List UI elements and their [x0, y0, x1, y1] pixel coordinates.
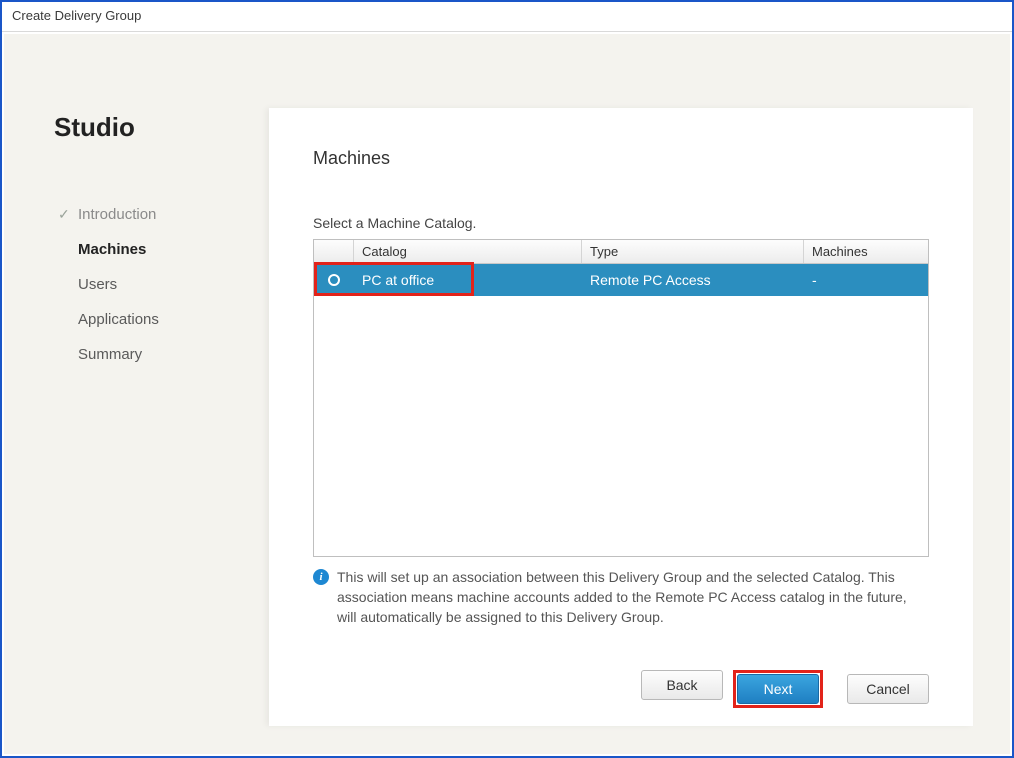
- row-radio[interactable]: [314, 274, 354, 286]
- cancel-button[interactable]: Cancel: [847, 674, 929, 704]
- step-users[interactable]: Users: [54, 267, 269, 302]
- panel-title: Machines: [313, 148, 929, 169]
- wizard-body: Studio Introduction Machines Users Appli…: [4, 34, 1010, 754]
- radio-icon: [328, 274, 340, 286]
- info-row: i This will set up an association betwee…: [313, 567, 929, 627]
- brand-label: Studio: [54, 112, 269, 143]
- catalog-row[interactable]: PC at office Remote PC Access -: [314, 264, 928, 296]
- step-list: Introduction Machines Users Applications…: [54, 197, 269, 372]
- row-type: Remote PC Access: [582, 272, 804, 288]
- col-type[interactable]: Type: [582, 240, 804, 263]
- col-catalog[interactable]: Catalog: [354, 240, 582, 263]
- col-machines[interactable]: Machines: [804, 240, 928, 263]
- row-catalog-name: PC at office: [354, 272, 582, 288]
- step-machines[interactable]: Machines: [54, 232, 269, 267]
- next-wrap: Next: [733, 670, 823, 708]
- panel-inner: Machines Select a Machine Catalog. Catal…: [269, 108, 973, 726]
- nav-button-pair: Back Next: [641, 670, 823, 708]
- panel-subtitle: Select a Machine Catalog.: [313, 215, 929, 231]
- wizard-window: Create Delivery Group Studio Introductio…: [0, 0, 1014, 758]
- col-radio: [314, 240, 354, 263]
- row-machines: -: [804, 272, 928, 288]
- back-button[interactable]: Back: [641, 670, 723, 700]
- sidebar: Studio Introduction Machines Users Appli…: [4, 34, 269, 754]
- grid-header: Catalog Type Machines: [314, 240, 928, 264]
- window-title: Create Delivery Group: [2, 2, 1012, 32]
- info-text: This will set up an association between …: [337, 567, 929, 627]
- main-panel: Machines Select a Machine Catalog. Catal…: [269, 108, 973, 726]
- step-applications[interactable]: Applications: [54, 302, 269, 337]
- info-icon: i: [313, 569, 329, 585]
- button-bar: Back Next Cancel: [641, 670, 929, 708]
- next-button[interactable]: Next: [737, 674, 819, 704]
- step-introduction[interactable]: Introduction: [54, 197, 269, 232]
- catalog-grid: Catalog Type Machines PC at office Remot…: [313, 239, 929, 557]
- step-summary[interactable]: Summary: [54, 337, 269, 372]
